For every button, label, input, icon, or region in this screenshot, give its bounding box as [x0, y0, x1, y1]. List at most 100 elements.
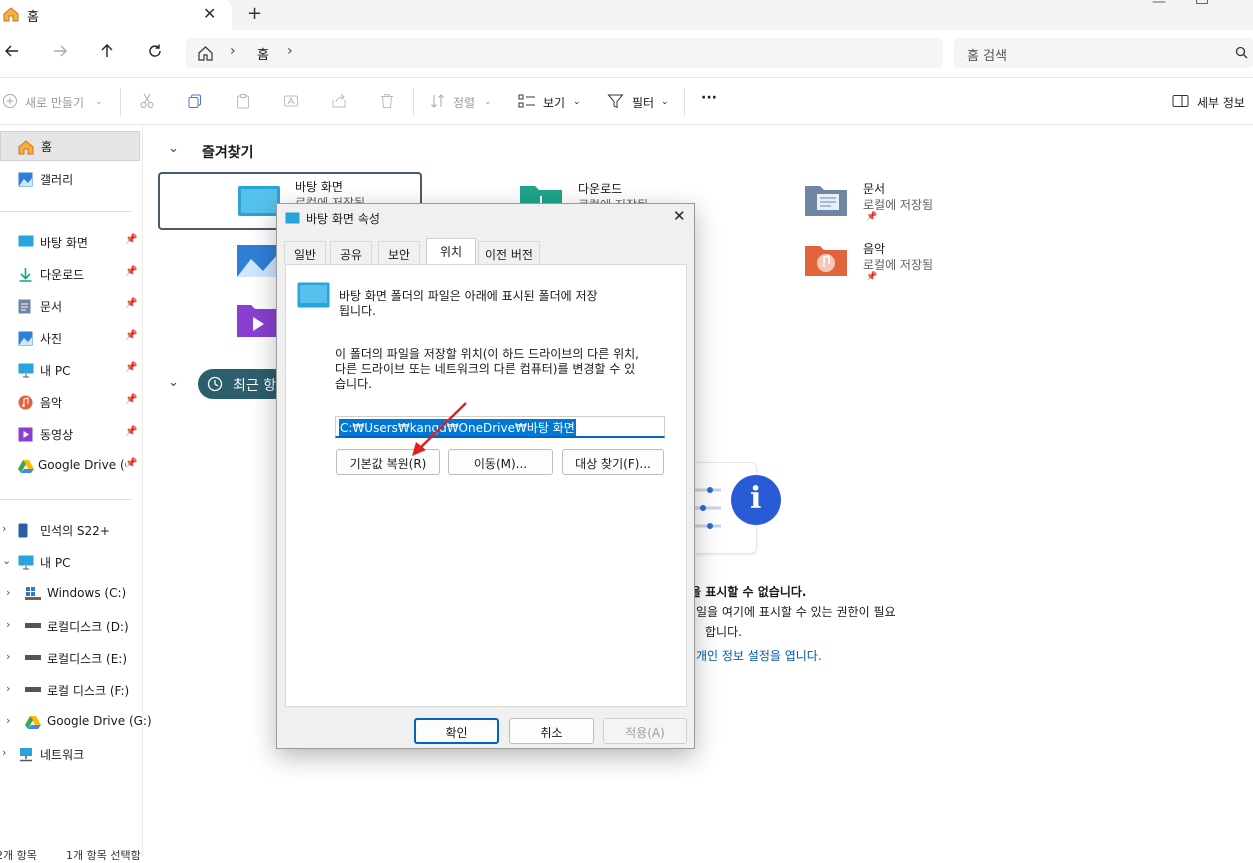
divider: [684, 88, 685, 116]
location-path-input[interactable]: C:₩Users₩kangd₩OneDrive₩바탕 화면: [335, 416, 665, 438]
chevron-down-icon[interactable]: ⌄: [168, 141, 179, 156]
delete-icon[interactable]: [379, 93, 395, 109]
sidebar-item-music[interactable]: 음악 📌: [0, 388, 140, 416]
view-icon[interactable]: [518, 93, 536, 109]
close-icon[interactable]: ✕: [673, 207, 686, 225]
new-button[interactable]: 새로 만들기: [25, 94, 84, 111]
pin-icon: 📌: [125, 458, 138, 469]
favorite-name: 음악: [863, 242, 886, 256]
chevron-down-icon[interactable]: ⌄: [2, 554, 11, 567]
sidebar-item-this-pc[interactable]: 내 PC 📌: [0, 356, 140, 384]
divider: [0, 499, 131, 500]
favorite-documents[interactable]: 문서 로컬에 저장됨 📌: [804, 176, 1066, 232]
favorite-music[interactable]: 음악 로컬에 저장됨 📌: [804, 236, 1066, 292]
sidebar-item-drive-f[interactable]: › 로컬 디스크 (F:): [0, 676, 140, 704]
favorite-status: 로컬에 저장됨: [863, 258, 934, 272]
sidebar-item-label: 문서: [40, 300, 63, 314]
search-input[interactable]: 홈 검색: [954, 38, 1253, 68]
view-button[interactable]: 보기: [543, 94, 565, 111]
navigation-pane: 홈 갤러리 바탕 화면 📌 다운로드 📌 문서 📌 사진 📌 내 PC 📌 음악…: [0, 125, 152, 857]
up-arrow-icon[interactable]: [99, 43, 115, 59]
share-icon[interactable]: [331, 93, 347, 109]
sidebar-item-home[interactable]: 홈: [0, 131, 140, 161]
new-tab-button[interactable]: +: [247, 3, 262, 24]
chevron-right-icon[interactable]: ›: [287, 43, 293, 59]
add-circle-icon[interactable]: [2, 93, 18, 109]
sidebar-item-drive-d[interactable]: › 로컬디스크 (D:): [0, 612, 140, 640]
apply-button[interactable]: 적용(A): [603, 718, 687, 744]
chevron-down-icon[interactable]: ⌄: [168, 375, 179, 390]
drive-icon: [25, 655, 41, 660]
sidebar-item-downloads[interactable]: 다운로드 📌: [0, 260, 140, 288]
forward-arrow-icon[interactable]: [52, 43, 68, 59]
sidebar-item-network[interactable]: › 네트워크: [0, 740, 140, 768]
sidebar-item-this-pc-tree[interactable]: ⌄ 내 PC: [0, 548, 140, 576]
breadcrumb-home[interactable]: 홈: [257, 44, 269, 63]
filter-icon[interactable]: [607, 93, 624, 109]
description-text: 다른 드라이브 또는 네트워크의 다른 컴퓨터)를 변경할 수 있: [335, 362, 636, 376]
details-button[interactable]: 세부 정보: [1197, 94, 1245, 111]
sidebar-item-phone[interactable]: › 민석의 S22+: [0, 516, 140, 544]
back-arrow-icon[interactable]: [4, 43, 20, 59]
sidebar-item-pictures[interactable]: 사진 📌: [0, 324, 140, 352]
sidebar-item-label: 네트워크: [40, 748, 85, 762]
tab-previous-versions[interactable]: 이전 버전: [478, 241, 540, 264]
sidebar-item-label: Windows (C:): [47, 586, 127, 600]
maximize-button[interactable]: [1196, 0, 1208, 4]
refresh-icon[interactable]: [147, 43, 163, 59]
sidebar-item-desktop[interactable]: 바탕 화면 📌: [0, 228, 140, 256]
minimize-button[interactable]: —: [1152, 0, 1166, 10]
tab-home[interactable]: 홈 ✕: [0, 0, 232, 30]
cancel-button[interactable]: 취소: [509, 718, 594, 744]
chevron-right-icon[interactable]: ›: [6, 586, 10, 599]
tab-general[interactable]: 일반: [284, 241, 326, 264]
chevron-right-icon[interactable]: ›: [6, 682, 10, 695]
ok-button[interactable]: 확인: [414, 718, 499, 744]
sidebar-item-documents[interactable]: 문서 📌: [0, 292, 140, 320]
music-icon: [18, 395, 33, 410]
phone-icon: [18, 523, 28, 538]
recent-section-header[interactable]: 최근 항: [198, 369, 288, 399]
sidebar-item-drive-g[interactable]: › Google Drive (G:): [0, 708, 152, 736]
desktop-icon: [18, 235, 34, 248]
pin-icon: 📌: [125, 394, 138, 405]
tab-security[interactable]: 보안: [378, 241, 420, 264]
chevron-right-icon[interactable]: ›: [2, 746, 6, 759]
sort-button[interactable]: 정렬: [453, 94, 475, 111]
tab-location[interactable]: 위치: [426, 238, 476, 265]
sidebar-item-google-drive[interactable]: Google Drive (G:) 📌: [0, 452, 140, 480]
close-tab-icon[interactable]: ✕: [203, 4, 216, 23]
rename-icon[interactable]: [283, 93, 299, 109]
google-drive-icon: [18, 459, 34, 473]
details-pane-icon[interactable]: [1172, 93, 1189, 109]
paste-icon[interactable]: [235, 93, 251, 109]
find-target-button[interactable]: 대상 찾기(F)...: [562, 449, 664, 475]
sidebar-item-gallery[interactable]: 갤러리: [0, 165, 140, 193]
home-outline-icon: [197, 45, 214, 61]
sidebar-item-drive-c[interactable]: › Windows (C:): [0, 580, 140, 608]
chevron-right-icon[interactable]: ›: [6, 714, 10, 727]
address-bar[interactable]: › 홈 ›: [186, 38, 943, 68]
network-icon: [18, 747, 34, 762]
sort-icon[interactable]: [430, 93, 446, 109]
annotation-arrow: [412, 402, 467, 456]
cut-icon[interactable]: [139, 93, 155, 109]
home-icon: [17, 139, 35, 155]
sidebar-item-label: Google Drive (G:): [47, 714, 152, 728]
sidebar-item-drive-e[interactable]: › 로컬디스크 (E:): [0, 644, 140, 672]
chevron-right-icon[interactable]: ›: [6, 618, 10, 631]
filter-button[interactable]: 필터: [632, 94, 654, 111]
sidebar-item-label: 바탕 화면: [40, 236, 88, 250]
chevron-right-icon[interactable]: ›: [2, 522, 6, 535]
sidebar-item-videos[interactable]: 동영상 📌: [0, 420, 140, 448]
sidebar-item-label: 사진: [40, 332, 63, 346]
privacy-settings-link[interactable]: 개인 정보 설정을 엽니다.: [696, 647, 822, 664]
tab-sharing[interactable]: 공유: [330, 241, 372, 264]
divider: [0, 211, 131, 212]
monitor-icon: [18, 363, 34, 378]
favorite-name: 문서: [863, 182, 886, 196]
location-tab-panel: 바탕 화면 폴더의 파일은 아래에 표시된 폴더에 저장 됩니다. 이 폴더의 …: [285, 264, 687, 707]
chevron-right-icon[interactable]: ›: [6, 650, 10, 663]
copy-icon[interactable]: [187, 93, 203, 109]
more-options-icon[interactable]: ···: [701, 90, 717, 106]
